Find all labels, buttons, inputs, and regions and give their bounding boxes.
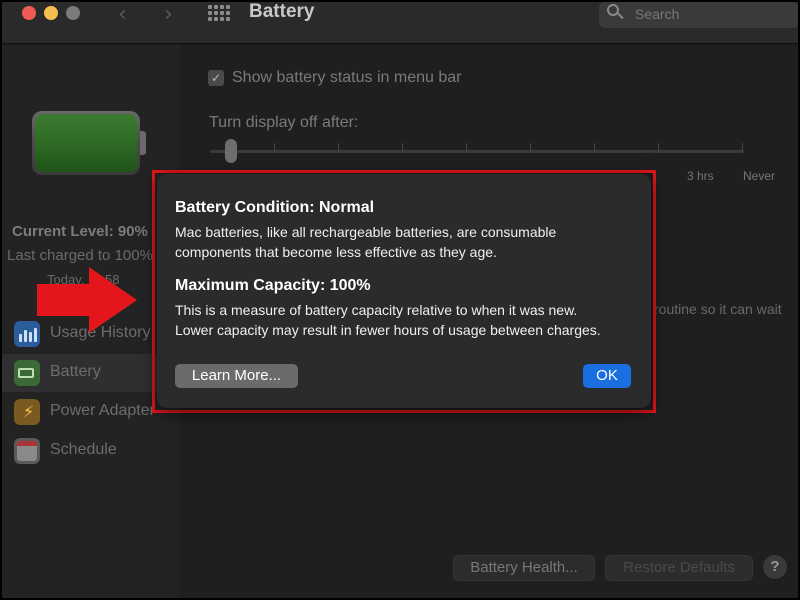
search-placeholder: Search: [635, 6, 680, 22]
display-off-slider[interactable]: [210, 150, 744, 153]
zoom-window-button[interactable]: [66, 6, 80, 20]
sidebar-item-schedule[interactable]: Schedule: [2, 432, 180, 470]
capacity-text-line-2: Lower capacity may result in fewer hours…: [175, 322, 601, 338]
show-status-label: Show battery status in menu bar: [232, 69, 462, 86]
slider-tick: [658, 143, 659, 151]
sidebar-item-label: Schedule: [50, 441, 117, 458]
show-status-checkbox[interactable]: ✓: [208, 70, 224, 86]
sidebar-item-label: Power Adapter: [50, 402, 155, 419]
show-status-row: ✓ Show battery status in menu bar: [208, 69, 461, 87]
battery-level-graphic: [32, 111, 146, 175]
back-arrow-icon[interactable]: ‹: [118, 2, 127, 27]
tick-label-3-hrs: 3 hrs: [687, 169, 714, 183]
help-button[interactable]: ?: [763, 555, 787, 579]
search-input[interactable]: Search: [599, 2, 798, 28]
condition-text-line-1: Mac batteries, like all rechargeable bat…: [175, 224, 557, 240]
last-charged-text: Last charged to 100%: [7, 247, 153, 264]
capacity-heading: Maximum Capacity: 100%: [175, 277, 371, 294]
window-title: Battery: [249, 1, 315, 22]
slider-tick: [594, 143, 595, 151]
restore-defaults-button[interactable]: Restore Defaults: [605, 555, 753, 581]
system-preferences-window: ‹ › Battery Search Current Level: 90% La…: [0, 0, 800, 600]
display-off-label: Turn display off after:: [209, 114, 359, 131]
slider-tick: [338, 143, 339, 151]
close-window-button[interactable]: [22, 6, 36, 20]
battery-icon: [14, 360, 40, 386]
battery-health-dialog: Battery Condition: Normal Mac batteries,…: [157, 174, 651, 408]
ok-button[interactable]: OK: [583, 364, 631, 388]
sidebar-item-label: Battery: [50, 363, 101, 380]
battery-health-button[interactable]: Battery Health...: [453, 555, 595, 581]
capacity-text-line-1: This is a measure of battery capacity re…: [175, 302, 578, 318]
title-bar: ‹ › Battery Search: [2, 1, 798, 44]
learn-more-button[interactable]: Learn More...: [175, 364, 298, 388]
display-off-slider-knob[interactable]: [225, 139, 237, 163]
search-icon: [607, 4, 624, 20]
slider-tick: [274, 143, 275, 151]
red-arrow-icon: [37, 267, 137, 333]
schedule-icon: [14, 438, 40, 464]
minimize-window-button[interactable]: [44, 6, 58, 20]
slider-tick: [402, 143, 403, 151]
show-all-grid-icon[interactable]: [208, 5, 230, 21]
option-description-text: routine so it can wait: [654, 301, 782, 317]
power-adapter-icon: ⚡: [14, 399, 40, 425]
current-level-text: Current Level: 90%: [12, 223, 148, 240]
condition-text-line-2: components that become less effective as…: [175, 244, 497, 260]
slider-tick: [466, 143, 467, 151]
slider-tick: [530, 143, 531, 151]
condition-heading: Battery Condition: Normal: [175, 199, 375, 216]
tick-label-never: Never: [743, 169, 776, 183]
forward-arrow-icon[interactable]: ›: [164, 2, 173, 27]
slider-tick: [742, 143, 743, 151]
